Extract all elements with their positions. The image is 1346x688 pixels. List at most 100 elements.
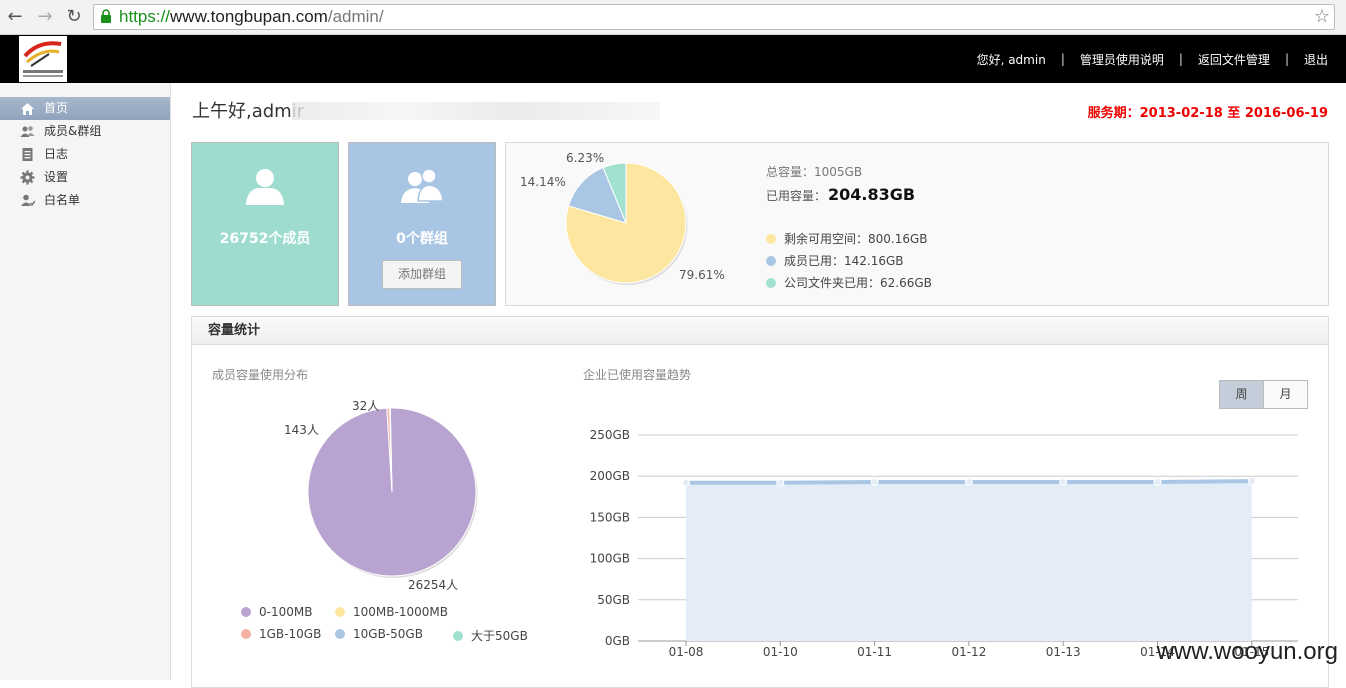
panel-title: 容量统计 [192,317,1328,345]
capacity-stats-panel: 容量统计 成员容量使用分布 26254人 143人 32人 0-100MB 10… [191,316,1329,688]
log-icon [22,148,33,161]
divider: | [1060,52,1065,66]
legend-dot [241,607,251,617]
y-tick-label: 100GB [590,552,630,566]
storage-overview: 79.61% 14.14% 6.23% 总容量：1005GB 已用容量： 204.… [505,142,1329,306]
sidebar-item-label: 成员&群组 [44,124,102,138]
total-capacity: 总容量：1005GB [766,165,863,179]
month-toggle-button[interactable]: 月 [1263,380,1308,409]
whitelist-icon [21,194,35,207]
x-tick-label: 01-11 [857,645,892,659]
top-header: 您好, admin | 管理员使用说明 | 返回文件管理 | 退出 [0,35,1346,83]
sidebar-item-whitelist[interactable]: 白名单 [0,189,170,212]
members-card[interactable]: 26752个成员 [191,142,339,306]
pie-slice-label: 143人 [284,423,319,437]
legend-label: 公司文件夹已用：62.66GB [784,276,932,290]
legend-dot [335,629,345,639]
legend-label: 剩余可用空间：800.16GB [784,232,928,246]
legend-label: 100MB-1000MB [353,605,448,619]
data-point [682,478,690,487]
group-icon [401,168,444,203]
used-capacity-value: 204.83GB [828,185,916,204]
sidebar-item-members-groups[interactable]: 成员&群组 [0,120,170,143]
url-host: www.tongbupan.com [170,7,328,26]
pie-pct-label: 79.61% [679,268,725,282]
pie-pct-label: 6.23% [566,151,605,165]
admin-guide-link[interactable]: 管理员使用说明 [1080,51,1164,68]
legend-item: 1GB-10GB [241,627,321,641]
y-tick-label: 200GB [590,469,630,483]
reload-icon[interactable]: ↻ [63,6,85,28]
sidebar-item-log[interactable]: 日志 [0,143,170,166]
storage-pie-chart [565,162,688,285]
back-to-files-link[interactable]: 返回文件管理 [1198,51,1270,68]
data-point [776,478,785,487]
back-icon[interactable]: ← [4,6,26,28]
legend-label: 10GB-50GB [353,627,423,641]
legend-item: 剩余可用空间：800.16GB [766,230,928,247]
divider: | [1284,52,1289,66]
data-point [1247,477,1256,486]
legend-label: 0-100MB [259,605,313,619]
page-greeting: 上午好,admir [192,101,305,122]
legend-item: 公司文件夹已用：62.66GB [766,274,932,291]
area-fill [686,481,1252,641]
y-tick-label: 0GB [605,634,630,648]
legend-item: 大于50GB [453,627,528,644]
y-tick-label: 50GB [597,593,630,607]
url-scheme: https:// [119,7,171,26]
user-icon [246,169,284,205]
user-greeting: 您好, admin [976,52,1046,67]
used-capacity: 已用容量： 204.83GB [766,185,915,204]
url-path: /admin/ [327,7,384,26]
logo-graphic [23,41,63,77]
y-tick-label: 250GB [590,428,630,442]
groups-card[interactable]: 0个群组 添加群组 [348,142,496,306]
legend-label: 大于50GB [471,629,528,643]
member-dist-title: 成员容量使用分布 [212,368,309,382]
data-point [1153,477,1162,486]
sidebar: 首页 成员&群组 日志 设置 白名单 [0,83,171,680]
pie-slice-label: 32人 [352,399,380,413]
used-capacity-label: 已用容量： [766,189,827,203]
member-pie-chart [307,407,478,578]
data-point [964,477,973,486]
gear-icon [20,170,35,185]
pie-pct-label: 14.14% [520,175,566,189]
legend-dot [335,607,345,617]
trend-title: 企业已使用容量趋势 [583,368,692,382]
pie-slice-label: 26254人 [408,578,459,592]
legend-dot [241,629,251,639]
watermark: www.wooyun.org [1156,638,1338,665]
divider: | [1178,52,1183,66]
legend-label: 成员已用：142.16GB [784,254,904,268]
week-toggle-button[interactable]: 周 [1219,380,1264,409]
data-point [870,477,879,486]
header-links: 您好, admin | 管理员使用说明 | 返回文件管理 | 退出 [977,35,1328,83]
legend-item: 100MB-1000MB [335,605,448,619]
users-icon [20,126,35,137]
sidebar-item-settings[interactable]: 设置 [0,166,170,189]
redacted-area [292,102,660,120]
address-bar[interactable]: https://www.tongbupan.com/admin/ ☆ [93,4,1335,30]
add-group-button[interactable]: 添加群组 [382,260,462,289]
bookmark-star-icon[interactable]: ☆ [1314,6,1330,27]
sidebar-item-label: 日志 [44,147,69,161]
legend-label: 1GB-10GB [259,627,322,641]
sidebar-item-label: 设置 [44,170,69,184]
logout-link[interactable]: 退出 [1304,51,1328,68]
lock-icon [101,9,111,23]
home-icon [21,103,34,115]
legend-item: 0-100MB [241,605,312,619]
legend-item: 10GB-50GB [335,627,423,641]
forward-icon[interactable]: → [34,6,56,28]
browser-toolbar: ← → ↻ https://www.tongbupan.com/admin/ ☆ [0,0,1346,35]
legend-dot [453,631,463,641]
x-tick-label: 01-08 [669,645,704,659]
legend-item: 成员已用：142.16GB [766,252,904,269]
url-text: https://www.tongbupan.com/admin/ [119,6,384,28]
logo[interactable] [19,36,67,82]
sidebar-item-home[interactable]: 首页 [0,97,170,120]
y-tick-label: 150GB [590,510,630,524]
legend-dot [766,256,776,266]
